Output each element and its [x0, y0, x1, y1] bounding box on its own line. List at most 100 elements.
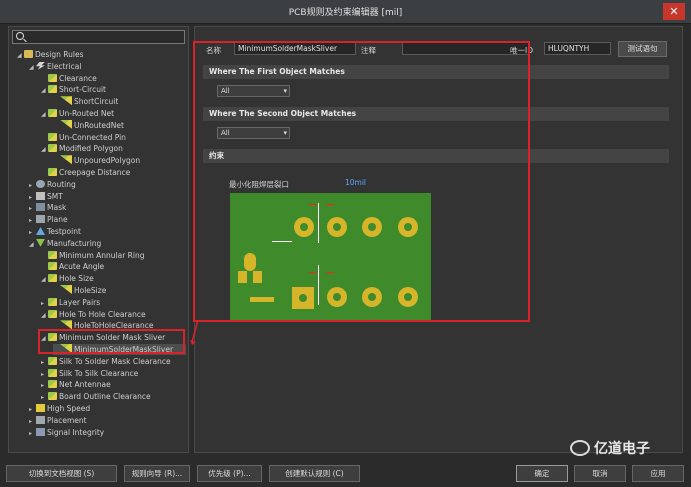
tree-item[interactable]: ◢ Electrical [29, 61, 81, 72]
tree-item[interactable]: ◢ Modified Polygon [41, 143, 123, 154]
expand-toggle-icon[interactable]: ▸ [29, 416, 36, 427]
tree-item[interactable]: UnpouredPolygon [53, 155, 140, 166]
highlight-box-editor [193, 41, 530, 322]
expand-toggle-icon[interactable]: ▸ [41, 392, 48, 403]
cancel-button[interactable]: 取消 [574, 465, 626, 482]
tree-item-label: Design Rules [35, 50, 84, 59]
tree-item[interactable]: ◢ Manufacturing [29, 238, 101, 249]
tree-item-label: Board Outline Clearance [59, 392, 151, 402]
expand-toggle-icon[interactable]: ◢ [41, 274, 48, 285]
expand-toggle-icon[interactable]: ▸ [41, 369, 48, 380]
tree-item[interactable]: ◢ Hole To Hole Clearance [41, 309, 146, 320]
expand-toggle-icon[interactable]: ▸ [29, 203, 36, 214]
test-query-button[interactable]: 测试语句 [618, 41, 667, 57]
tree-item[interactable]: ◢ Hole Size [41, 273, 94, 284]
tree-item[interactable]: ▸ High Speed [29, 403, 90, 414]
expand-toggle-icon[interactable]: ▸ [29, 215, 36, 226]
expand-toggle-icon[interactable]: ▸ [41, 357, 48, 368]
rule-icon [60, 155, 72, 165]
tree-item[interactable]: ▸ Plane [29, 214, 68, 225]
tree-item[interactable]: ▸ Mask [29, 202, 66, 213]
testpoint-icon [36, 227, 45, 235]
rule-wizard-button[interactable]: 规则向导 (R)... [124, 465, 190, 482]
wechat-icon [570, 440, 590, 456]
tree-item[interactable]: ▸ Layer Pairs [41, 297, 100, 308]
tree-item-label: Net Antennae [59, 380, 111, 390]
tree-item[interactable]: UnRoutedNet [53, 119, 124, 131]
tree-item[interactable]: ▸ Silk To Silk Clearance [41, 368, 138, 379]
tree-item[interactable]: ◢ Un-Routed Net [41, 108, 114, 119]
tree-item-label: Silk To Silk Clearance [59, 368, 139, 378]
expand-toggle-icon[interactable]: ▸ [29, 227, 36, 238]
watermark-text: 亿道电子 [594, 441, 650, 457]
tree-item[interactable]: ▸ Net Antennae [41, 379, 111, 390]
tree-item-label: Silk To Solder Mask Clearance [59, 356, 171, 366]
tree-item[interactable]: Minimum Annular Ring [41, 250, 145, 261]
expand-toggle-icon[interactable]: ◢ [41, 144, 48, 155]
rule-icon [60, 285, 72, 294]
uid-field[interactable]: HLUQNTYH [544, 42, 611, 55]
tree-item-label: Routing [47, 179, 76, 189]
close-button[interactable]: ✕ [663, 3, 685, 20]
tree-item[interactable]: Un-Connected Pin [41, 132, 126, 143]
expand-toggle-icon[interactable]: ▸ [41, 380, 48, 391]
tree-item[interactable]: ▸ Silk To Solder Mask Clearance [41, 356, 171, 367]
expand-toggle-icon[interactable]: ◢ [29, 62, 36, 73]
tree-item-label: UnRoutedNet [74, 120, 124, 130]
tree-item[interactable]: ▸ SMT [29, 191, 63, 202]
tree-item[interactable]: ▸ Testpoint [29, 226, 81, 237]
folder-icon [24, 50, 33, 58]
rule-icon [48, 85, 57, 94]
tree-item[interactable]: HoleSize [53, 285, 106, 296]
expand-toggle-icon[interactable]: ▸ [29, 404, 36, 415]
tree-item-label: Mask [47, 203, 67, 213]
expand-toggle-icon[interactable]: ◢ [29, 239, 36, 250]
tree-item-label: Modified Polygon [59, 144, 123, 154]
bolt-icon [36, 61, 45, 70]
expand-toggle-icon[interactable]: ◢ [41, 109, 48, 120]
manufacturing-icon [36, 238, 45, 247]
rule-icon [48, 380, 57, 389]
rule-icon [48, 262, 57, 271]
rule-icon [48, 297, 57, 306]
rule-icon [48, 392, 57, 401]
tree-item-label: Short-Circuit [59, 85, 106, 95]
document-view-button[interactable]: 切换到文档视图 (S) [6, 465, 117, 482]
tree-item[interactable]: ▸ Routing [29, 179, 76, 190]
tree-item[interactable]: ▸ Signal Integrity [29, 427, 104, 438]
tree-item-label: Electrical [47, 61, 82, 71]
expand-toggle-icon[interactable]: ▸ [29, 180, 36, 191]
tree-item-label: High Speed [47, 404, 91, 413]
expand-toggle-icon[interactable]: ▸ [29, 192, 36, 203]
tree-item[interactable]: Creepage Distance [41, 167, 130, 178]
expand-toggle-icon[interactable]: ▸ [29, 428, 36, 439]
tree-item[interactable]: Clearance [41, 73, 97, 84]
rule-icon [48, 356, 57, 365]
rule-icon [48, 144, 57, 153]
priority-button[interactable]: 优先级 (P)... [197, 465, 262, 482]
tree-item-label: Clearance [59, 73, 97, 83]
create-default-rules-button[interactable]: 创建默认规则 (C) [269, 465, 360, 482]
search-input[interactable] [12, 30, 185, 44]
tree-item-label: HoleSize [74, 286, 107, 295]
tree-item[interactable]: ▸ Placement [29, 415, 87, 426]
tree-item[interactable]: ▸ Board Outline Clearance [41, 391, 151, 402]
expand-toggle-icon[interactable]: ▸ [41, 298, 48, 309]
tree-item[interactable]: ◢ Short-Circuit [41, 84, 106, 95]
tree-item-label: Creepage Distance [59, 168, 131, 177]
tree-item[interactable]: ◢ Design Rules [17, 49, 84, 60]
rule-icon [48, 109, 57, 117]
tree-item[interactable]: Acute Angle [41, 261, 104, 272]
rule-icon [48, 73, 57, 82]
expand-toggle-icon[interactable]: ◢ [41, 310, 48, 321]
tree-item[interactable]: ShortCircuit [53, 96, 118, 107]
apply-button[interactable]: 应用 [632, 465, 684, 482]
highlight-box-tree [38, 329, 185, 354]
expand-toggle-icon[interactable]: ◢ [41, 85, 48, 96]
expand-toggle-icon[interactable]: ◢ [17, 50, 24, 61]
tree-item-label: Un-Connected Pin [59, 132, 126, 142]
tree-item-label: Un-Routed Net [59, 109, 115, 118]
ok-button[interactable]: 确定 [516, 465, 568, 482]
rule-icon [60, 119, 72, 129]
signal-integrity-icon [36, 427, 45, 436]
